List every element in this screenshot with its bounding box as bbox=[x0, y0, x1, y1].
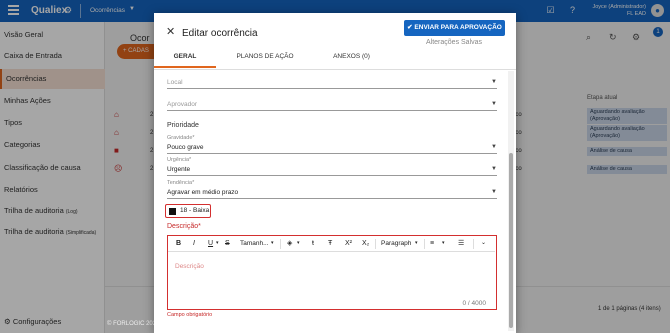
chevron-down-icon: ▼ bbox=[491, 144, 497, 150]
toolbar-divider bbox=[424, 239, 425, 249]
superscript-icon[interactable]: X² bbox=[345, 239, 352, 248]
tab-divider bbox=[154, 69, 516, 70]
tab-anexos[interactable]: ANEXOS (0) bbox=[314, 53, 389, 68]
risk-level: 18 - Baixa bbox=[165, 204, 211, 218]
chevron-down-icon[interactable]: ▾ bbox=[297, 239, 300, 248]
underline-icon[interactable]: U bbox=[208, 239, 213, 248]
tab-geral[interactable]: GERAL bbox=[154, 53, 216, 68]
text-format-icon[interactable]: Ŧ bbox=[328, 239, 332, 248]
chevron-down-icon: ▼ bbox=[491, 166, 497, 172]
aprovador-select[interactable]: Aprovador ▼ bbox=[167, 99, 497, 111]
close-icon[interactable]: ✕ bbox=[166, 27, 175, 38]
gravidade-select[interactable]: Gravidade* Pouco grave ▼ bbox=[167, 134, 497, 154]
chevron-down-icon: ▼ bbox=[491, 189, 497, 195]
list-icon[interactable]: ☰ bbox=[458, 239, 464, 248]
local-select[interactable]: Local ▼ bbox=[167, 77, 497, 89]
check-icon: ✔ bbox=[407, 24, 413, 31]
font-size-dropdown[interactable]: Tamanh... bbox=[240, 239, 269, 248]
copyright: © FORLOGIC 2025 bbox=[107, 321, 160, 327]
section-title: Prioridade bbox=[167, 122, 199, 129]
editor-toolbar: B I U ▾ S Tamanh... ▾ ◈ ▾ ŧ Ŧ X² X₂ Para… bbox=[168, 236, 495, 252]
tendencia-select[interactable]: Tendência* Agravar em médio prazo ▼ bbox=[167, 179, 497, 199]
toolbar-divider bbox=[375, 239, 376, 249]
chevron-down-icon[interactable]: ⌄ bbox=[481, 239, 486, 248]
save-status: Alterações Salvas bbox=[426, 39, 483, 46]
char-counter: 0 / 4000 bbox=[462, 300, 487, 307]
chevron-down-icon[interactable]: ▾ bbox=[271, 239, 274, 248]
urgencia-select[interactable]: Urgência* Urgente ▼ bbox=[167, 156, 497, 176]
description-editor[interactable]: B I U ▾ S Tamanh... ▾ ◈ ▾ ŧ Ŧ X² X₂ Para… bbox=[167, 235, 497, 310]
subscript-icon[interactable]: X₂ bbox=[362, 239, 369, 248]
risk-color-swatch bbox=[169, 207, 176, 215]
align-icon[interactable]: ≡ bbox=[430, 239, 434, 248]
editor-placeholder: Descrição bbox=[175, 263, 204, 270]
fill-color-icon[interactable]: ◈ bbox=[287, 239, 292, 248]
italic-icon[interactable]: I bbox=[193, 239, 195, 248]
bold-icon[interactable]: B bbox=[176, 239, 181, 248]
required-error: Campo obrigatório bbox=[167, 312, 213, 318]
dialog-title: Editar ocorrência bbox=[182, 28, 258, 39]
edit-occurrence-dialog: ✕ Editar ocorrência ✔ ENVIAR PARA APROVA… bbox=[154, 13, 516, 333]
description-label: Descrição* bbox=[167, 223, 201, 230]
tab-planos-de-acao[interactable]: PLANOS DE AÇÃO bbox=[216, 53, 314, 68]
chevron-down-icon[interactable]: ▾ bbox=[442, 239, 445, 248]
strikethrough-icon[interactable]: S bbox=[225, 239, 230, 248]
chevron-down-icon: ▼ bbox=[491, 79, 497, 85]
paragraph-dropdown[interactable]: Paragraph bbox=[381, 239, 411, 248]
toolbar-divider bbox=[473, 239, 474, 249]
chevron-down-icon[interactable]: ▾ bbox=[216, 239, 219, 248]
toolbar-divider bbox=[280, 239, 281, 249]
line-height-icon[interactable]: ŧ bbox=[312, 239, 314, 248]
send-for-approval-button[interactable]: ✔ ENVIAR PARA APROVAÇÃO bbox=[404, 20, 505, 36]
chevron-down-icon[interactable]: ▾ bbox=[415, 239, 418, 248]
chevron-down-icon: ▼ bbox=[491, 101, 497, 107]
scrollbar-thumb[interactable] bbox=[509, 153, 513, 328]
